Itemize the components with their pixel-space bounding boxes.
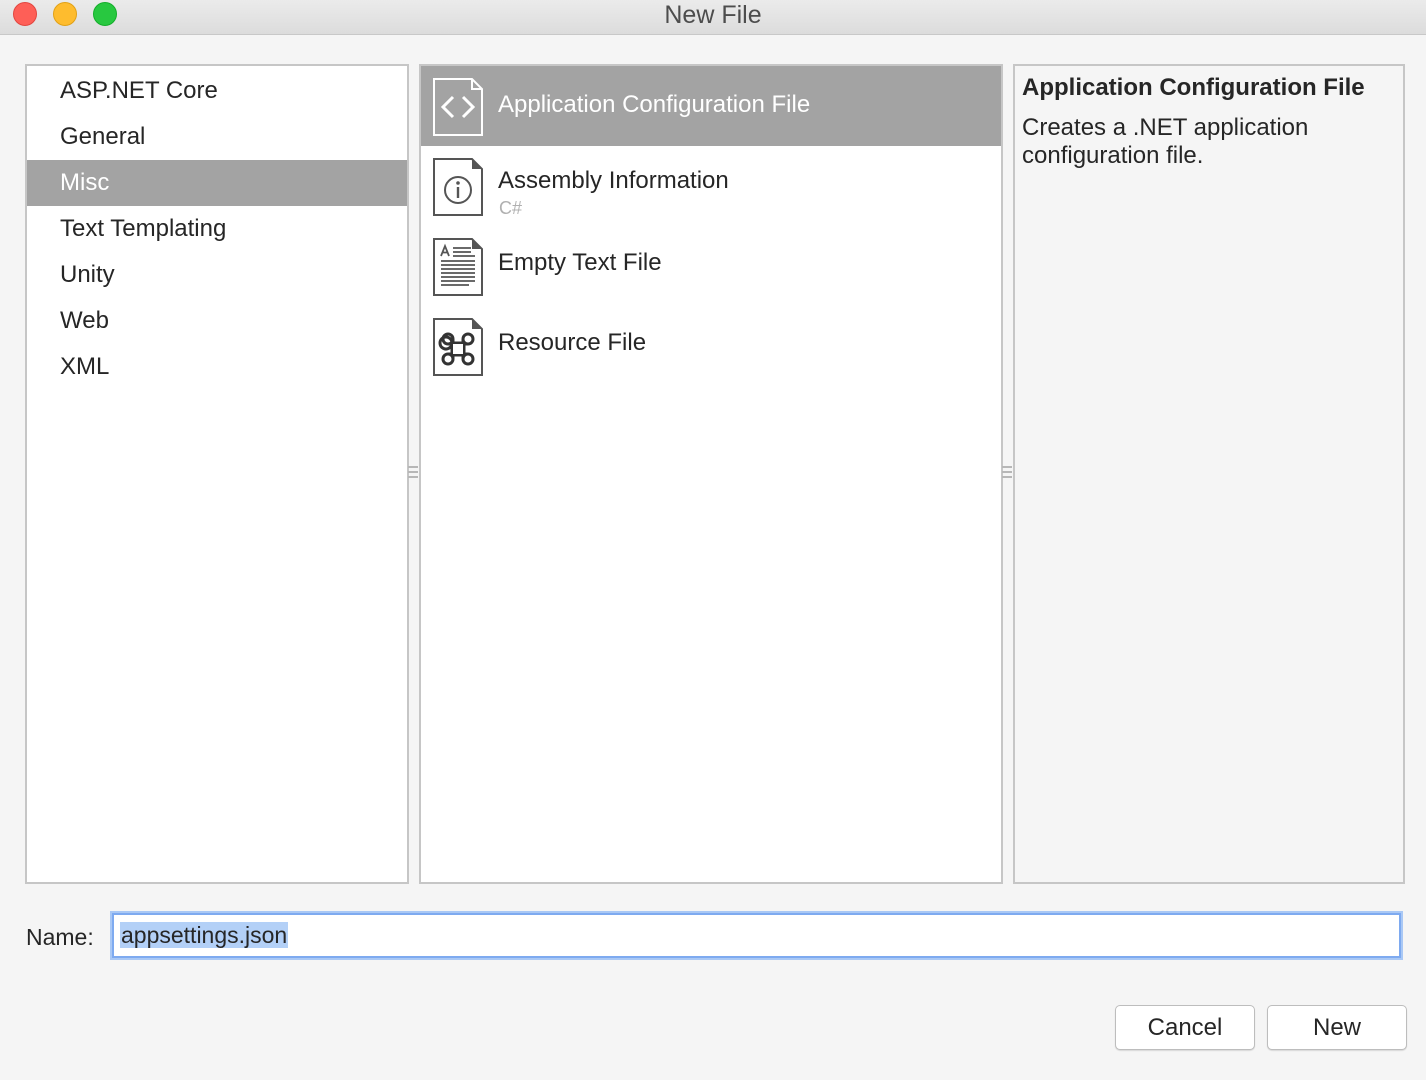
command-icon: [433, 318, 483, 376]
category-item-text-templating[interactable]: Text Templating: [27, 206, 407, 252]
splitter-handle-left[interactable]: [408, 466, 418, 484]
category-item-xml[interactable]: XML: [27, 344, 407, 390]
template-label: Assembly Information: [498, 167, 729, 194]
title-bar: New File: [0, 0, 1426, 35]
name-input-value: appsettings.json: [120, 922, 289, 948]
category-item-asp-net-core[interactable]: ASP.NET Core: [27, 68, 407, 114]
code-brackets-icon: [433, 78, 483, 136]
template-item-empty-text-file[interactable]: Empty Text File: [421, 226, 1001, 306]
new-button[interactable]: New: [1267, 1005, 1407, 1050]
template-label: Application Configuration File: [498, 91, 811, 118]
description-text: Creates a .NET application configuration…: [1022, 114, 1309, 169]
info-icon: [433, 158, 483, 216]
category-item-web[interactable]: Web: [27, 298, 407, 344]
category-list: ASP.NET Core General Misc Text Templatin…: [25, 64, 409, 884]
window-title: New File: [664, 1, 762, 29]
description-title: Application Configuration File: [1022, 74, 1365, 101]
category-item-unity[interactable]: Unity: [27, 252, 407, 298]
template-label: Resource File: [498, 329, 647, 356]
splitter-handle-right[interactable]: [1002, 466, 1012, 484]
text-document-icon: [433, 238, 483, 296]
template-label: Empty Text File: [498, 249, 662, 276]
template-list: Application Configuration File Assembly …: [419, 64, 1003, 884]
category-item-general[interactable]: General: [27, 114, 407, 160]
cancel-button[interactable]: Cancel: [1115, 1005, 1255, 1050]
name-input[interactable]: appsettings.json: [112, 913, 1401, 958]
category-item-misc[interactable]: Misc: [27, 160, 407, 206]
template-item-resource-file[interactable]: Resource File: [421, 306, 1001, 386]
template-item-application-configuration-file[interactable]: Application Configuration File: [421, 66, 1001, 146]
template-language-label: C#: [499, 198, 523, 218]
name-label: Name:: [26, 924, 94, 950]
template-item-assembly-information[interactable]: Assembly Information C#: [421, 146, 1001, 226]
description-panel: Application Configuration File Creates a…: [1013, 64, 1405, 884]
